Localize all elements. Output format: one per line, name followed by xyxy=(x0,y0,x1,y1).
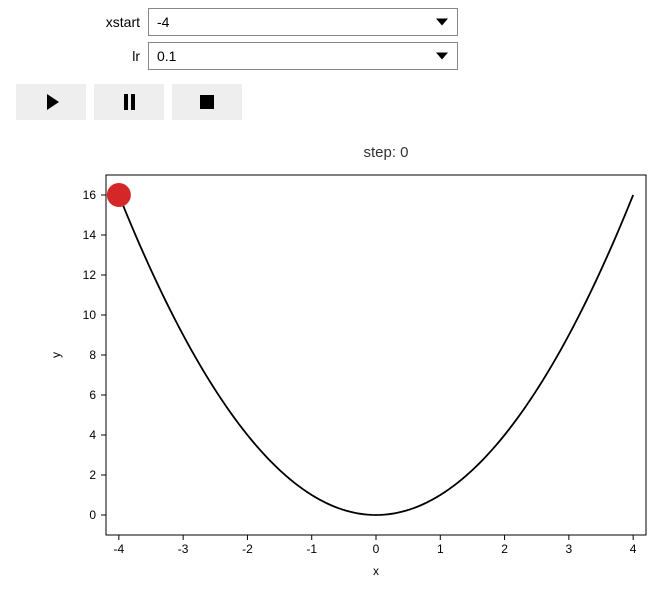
svg-text:10: 10 xyxy=(83,308,97,322)
xstart-label: xstart xyxy=(16,14,140,30)
svg-text:-3: -3 xyxy=(178,542,189,556)
svg-text:2: 2 xyxy=(89,468,96,482)
svg-text:4: 4 xyxy=(630,542,637,556)
svg-text:12: 12 xyxy=(83,268,97,282)
svg-text:3: 3 xyxy=(566,542,573,556)
svg-text:8: 8 xyxy=(89,348,96,362)
svg-text:1: 1 xyxy=(437,542,444,556)
chart-svg: -4-3-2-1012340246810121416xy xyxy=(46,165,656,585)
svg-text:0: 0 xyxy=(373,542,380,556)
svg-text:-2: -2 xyxy=(242,542,253,556)
play-button[interactable] xyxy=(16,84,86,120)
svg-text:2: 2 xyxy=(501,542,508,556)
pause-button[interactable] xyxy=(94,84,164,120)
svg-text:6: 6 xyxy=(89,388,96,402)
svg-text:y: y xyxy=(49,352,63,358)
svg-text:-1: -1 xyxy=(306,542,317,556)
svg-text:14: 14 xyxy=(83,228,97,242)
play-icon xyxy=(47,94,59,110)
svg-text:16: 16 xyxy=(83,188,97,202)
svg-text:-4: -4 xyxy=(114,542,125,556)
stop-icon xyxy=(200,95,214,109)
svg-text:x: x xyxy=(373,564,379,578)
chart-title: step: 0 xyxy=(106,144,656,161)
lr-select[interactable]: 0.1 xyxy=(148,42,458,70)
lr-label: lr xyxy=(16,48,140,64)
chart-container: step: 0 -4-3-2-1012340246810121416xy xyxy=(46,144,646,585)
xstart-select[interactable]: -4 xyxy=(148,8,458,36)
pause-icon xyxy=(124,94,135,110)
svg-text:4: 4 xyxy=(89,428,96,442)
stop-button[interactable] xyxy=(172,84,242,120)
svg-text:0: 0 xyxy=(89,508,96,522)
